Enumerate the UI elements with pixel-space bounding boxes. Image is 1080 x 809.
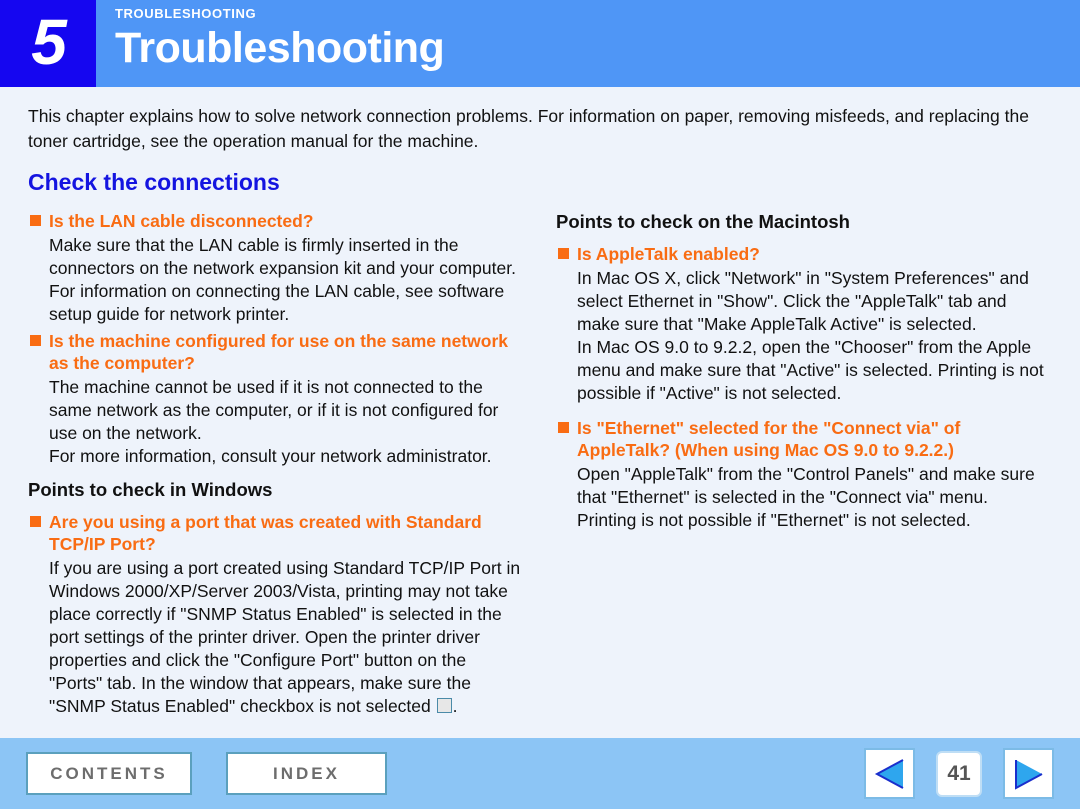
question-heading-text: Is AppleTalk enabled? (577, 244, 760, 264)
orange-square-bullet-icon (558, 422, 569, 433)
question-item-standard-tcpip-port: Are you using a port that was created wi… (28, 511, 524, 718)
question-body: In Mac OS X, click "Network" in "System … (556, 267, 1052, 405)
question-body: If you are using a port created using St… (28, 557, 524, 718)
next-page-button[interactable] (1003, 748, 1054, 799)
chapter-number: 5 (31, 5, 67, 78)
question-heading-text: Is the machine configured for use on the… (49, 331, 508, 373)
question-body-text: Open "AppleTalk" from the "Control Panel… (577, 464, 1035, 507)
question-body: The machine cannot be used if it is not … (28, 376, 524, 468)
question-body-text: The machine cannot be used if it is not … (49, 377, 499, 443)
question-heading-text: Are you using a port that was created wi… (49, 512, 482, 554)
question-body-text: If you are using a port created using St… (49, 557, 524, 718)
footer-navigation-bar: CONTENTS INDEX 41 (0, 738, 1080, 809)
question-item-appletalk-enabled: Is AppleTalk enabled? In Mac OS X, click… (556, 243, 1052, 405)
subheading-points-macintosh: Points to check on the Macintosh (556, 211, 850, 232)
question-item-same-network: Is the machine configured for use on the… (28, 330, 524, 468)
triangle-right-icon (1014, 759, 1042, 790)
contents-button[interactable]: CONTENTS (26, 752, 192, 795)
subheading-points-windows: Points to check in Windows (28, 479, 273, 500)
question-body-text-before-checkbox: If you are using a port created using St… (49, 558, 521, 716)
orange-square-bullet-icon (30, 516, 41, 527)
question-body-text: In Mac OS 9.0 to 9.2.2, open the "Choose… (577, 337, 1044, 403)
orange-square-bullet-icon (30, 215, 41, 226)
question-body-text: Make sure that the LAN cable is firmly i… (49, 235, 516, 324)
orange-square-bullet-icon (558, 248, 569, 259)
question-body-text: For more information, consult your netwo… (49, 446, 492, 466)
question-heading: Are you using a port that was created wi… (28, 511, 524, 555)
index-button[interactable]: INDEX (226, 752, 387, 795)
question-heading-text: Is the LAN cable disconnected? (49, 211, 314, 231)
chapter-header: 5 TROUBLESHOOTING Troubleshooting (0, 0, 1080, 87)
question-item-lan-cable: Is the LAN cable disconnected? Make sure… (28, 210, 524, 326)
question-heading-text: Is "Ethernet" selected for the "Connect … (577, 418, 961, 460)
question-body-text: In Mac OS X, click "Network" in "System … (577, 268, 1029, 334)
orange-square-bullet-icon (30, 335, 41, 346)
question-heading: Is the machine configured for use on the… (28, 330, 524, 374)
question-heading: Is the LAN cable disconnected? (28, 210, 524, 232)
section-title: Check the connections (28, 169, 280, 195)
question-body-text-after-checkbox: . (452, 696, 458, 716)
question-body: Open "AppleTalk" from the "Control Panel… (556, 463, 1052, 532)
triangle-left-icon (874, 758, 903, 789)
chapter-number-box: 5 (0, 0, 96, 87)
question-heading: Is AppleTalk enabled? (556, 243, 1052, 265)
right-column: Points to check on the Macintosh Is Appl… (556, 210, 1052, 722)
page-title: Troubleshooting (115, 24, 445, 72)
page-body: This chapter explains how to solve netwo… (0, 87, 1080, 738)
question-heading: Is "Ethernet" selected for the "Connect … (556, 417, 1052, 461)
question-item-ethernet-connect-via: Is "Ethernet" selected for the "Connect … (556, 417, 1052, 532)
left-column: Is the LAN cable disconnected? Make sure… (28, 210, 524, 722)
chapter-title-group: TROUBLESHOOTING Troubleshooting (96, 0, 445, 87)
intro-paragraph: This chapter explains how to solve netwo… (28, 106, 1029, 151)
two-column-layout: Is the LAN cable disconnected? Make sure… (28, 210, 1052, 722)
question-body: Make sure that the LAN cable is firmly i… (28, 234, 524, 326)
chapter-eyebrow: TROUBLESHOOTING (115, 6, 257, 21)
previous-page-button[interactable] (864, 748, 915, 799)
unchecked-checkbox-icon (436, 698, 452, 713)
question-body-text: Printing is not possible if "Ethernet" i… (577, 510, 971, 530)
page-number-box: 41 (936, 750, 982, 797)
